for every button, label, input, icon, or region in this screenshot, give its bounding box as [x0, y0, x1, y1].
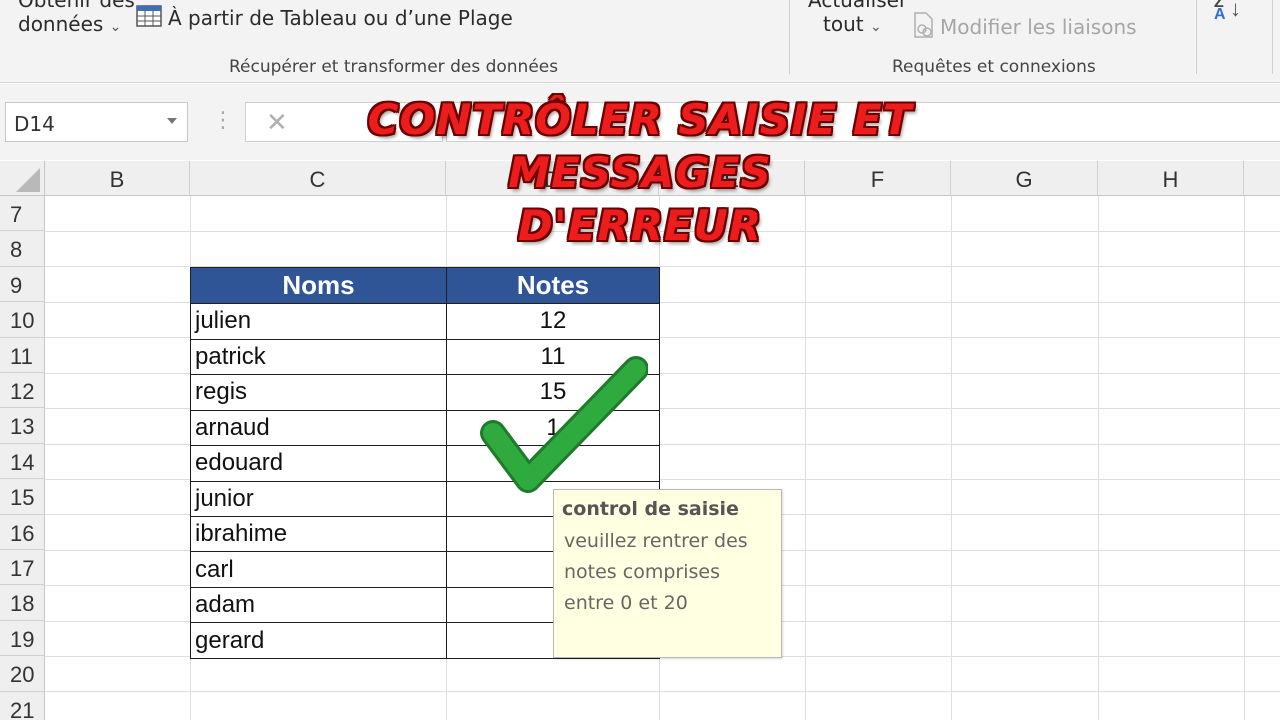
get-data-button-label[interactable]: données ⌄: [18, 12, 121, 36]
select-all-icon: [16, 168, 40, 192]
note-cell[interactable]: 12: [446, 303, 660, 340]
table-icon: [136, 4, 162, 33]
chevron-down-icon[interactable]: [167, 118, 177, 124]
row-header[interactable]: 7: [0, 196, 45, 232]
row-header[interactable]: 13: [0, 408, 45, 444]
row-header[interactable]: 11: [0, 338, 45, 373]
refresh-all-button-label[interactable]: tout ⌄: [823, 12, 882, 36]
get-data-label: données: [18, 12, 104, 36]
name-cell[interactable]: junior: [190, 480, 447, 518]
from-table-button[interactable]: À partir de Tableau ou d’une Plage: [136, 4, 513, 33]
column-header-h[interactable]: H: [1098, 161, 1244, 196]
name-cell[interactable]: carl: [190, 551, 447, 588]
name-box-value: D14: [14, 112, 55, 136]
edit-links-icon: [912, 12, 934, 43]
sort-az-icon[interactable]: Z A ↓: [1214, 0, 1254, 30]
grid-line: [951, 196, 952, 720]
name-cell[interactable]: arnaud: [190, 409, 447, 447]
group-label-queries: Requêtes et connexions: [892, 57, 1096, 77]
select-all-button[interactable]: [0, 161, 45, 196]
row-header[interactable]: 14: [0, 444, 45, 480]
check-icon: [480, 356, 648, 493]
row-header[interactable]: 15: [0, 479, 45, 515]
name-cell[interactable]: julien: [190, 303, 447, 340]
tooltip-line: notes comprises: [564, 561, 720, 583]
name-cell[interactable]: patrick: [190, 338, 447, 376]
tooltip-line: veuillez rentrer des: [564, 530, 748, 552]
row-header-bar: 7 8 9 10 11 12 13 14 15 16 17 18 19 20 2…: [0, 196, 45, 720]
row-header[interactable]: 18: [0, 585, 45, 621]
name-cell[interactable]: ibrahime: [190, 515, 447, 553]
ribbon: Obtenir des données ⌄ À partir de Tablea…: [0, 0, 1280, 83]
row-header[interactable]: 10: [0, 302, 45, 338]
tooltip-title: control de saisie: [562, 498, 739, 520]
chevron-down-icon: ⌄: [869, 19, 882, 35]
row-header[interactable]: 17: [0, 550, 45, 586]
row-header[interactable]: 9: [0, 267, 45, 303]
refresh-all-label: tout: [823, 12, 864, 36]
column-header-b[interactable]: B: [45, 161, 190, 196]
overlay-title-line: D'ERREUR: [517, 201, 763, 250]
row-header[interactable]: 21: [0, 692, 45, 720]
row-header[interactable]: 16: [0, 515, 45, 550]
grid-line: [1244, 196, 1245, 720]
name-cell[interactable]: edouard: [190, 445, 447, 482]
edit-links-button[interactable]: Modifier les liaisons: [912, 12, 1137, 43]
table-row: julien 12: [190, 303, 660, 340]
name-cell[interactable]: adam: [190, 586, 447, 624]
name-cell[interactable]: gerard: [190, 622, 447, 659]
refresh-all-button[interactable]: Actualiser: [808, 0, 907, 12]
ribbon-separator: [1272, 0, 1273, 74]
row-header[interactable]: 19: [0, 621, 45, 657]
tooltip-body: veuillez rentrer des notes comprises ent…: [562, 526, 773, 619]
ribbon-separator: [1196, 0, 1197, 74]
cancel-icon[interactable]: ✕: [266, 108, 288, 138]
grid-line: [1098, 196, 1099, 720]
input-message-tooltip: control de saisie veuillez rentrer des n…: [553, 489, 782, 658]
header-cell-noms[interactable]: Noms: [190, 266, 447, 305]
tooltip-line: entre 0 et 20: [564, 592, 688, 614]
name-cell[interactable]: regis: [190, 374, 447, 411]
grid-line: [805, 196, 806, 720]
overlay-title: CONTRÔLER SAISIE ET MESSAGES D'ERREUR: [300, 93, 980, 252]
from-table-label: À partir de Tableau ou d’une Plage: [168, 6, 513, 30]
row-header[interactable]: 8: [0, 231, 45, 267]
edit-links-label: Modifier les liaisons: [940, 15, 1137, 39]
row-header[interactable]: 20: [0, 656, 45, 692]
more-options-icon[interactable]: ⋮: [212, 108, 234, 133]
header-cell-notes[interactable]: Notes: [446, 266, 660, 305]
group-label-get-transform: Récupérer et transformer des données: [229, 57, 559, 77]
ribbon-separator: [789, 0, 790, 74]
chevron-down-icon: ⌄: [109, 19, 122, 35]
get-data-button[interactable]: Obtenir des: [18, 0, 135, 12]
row-header[interactable]: 12: [0, 373, 45, 409]
name-box[interactable]: D14: [5, 102, 188, 142]
table-header-row: Noms Notes: [190, 266, 660, 305]
grid-line: [45, 691, 1280, 692]
overlay-title-line: CONTRÔLER SAISIE ET MESSAGES: [367, 95, 913, 197]
